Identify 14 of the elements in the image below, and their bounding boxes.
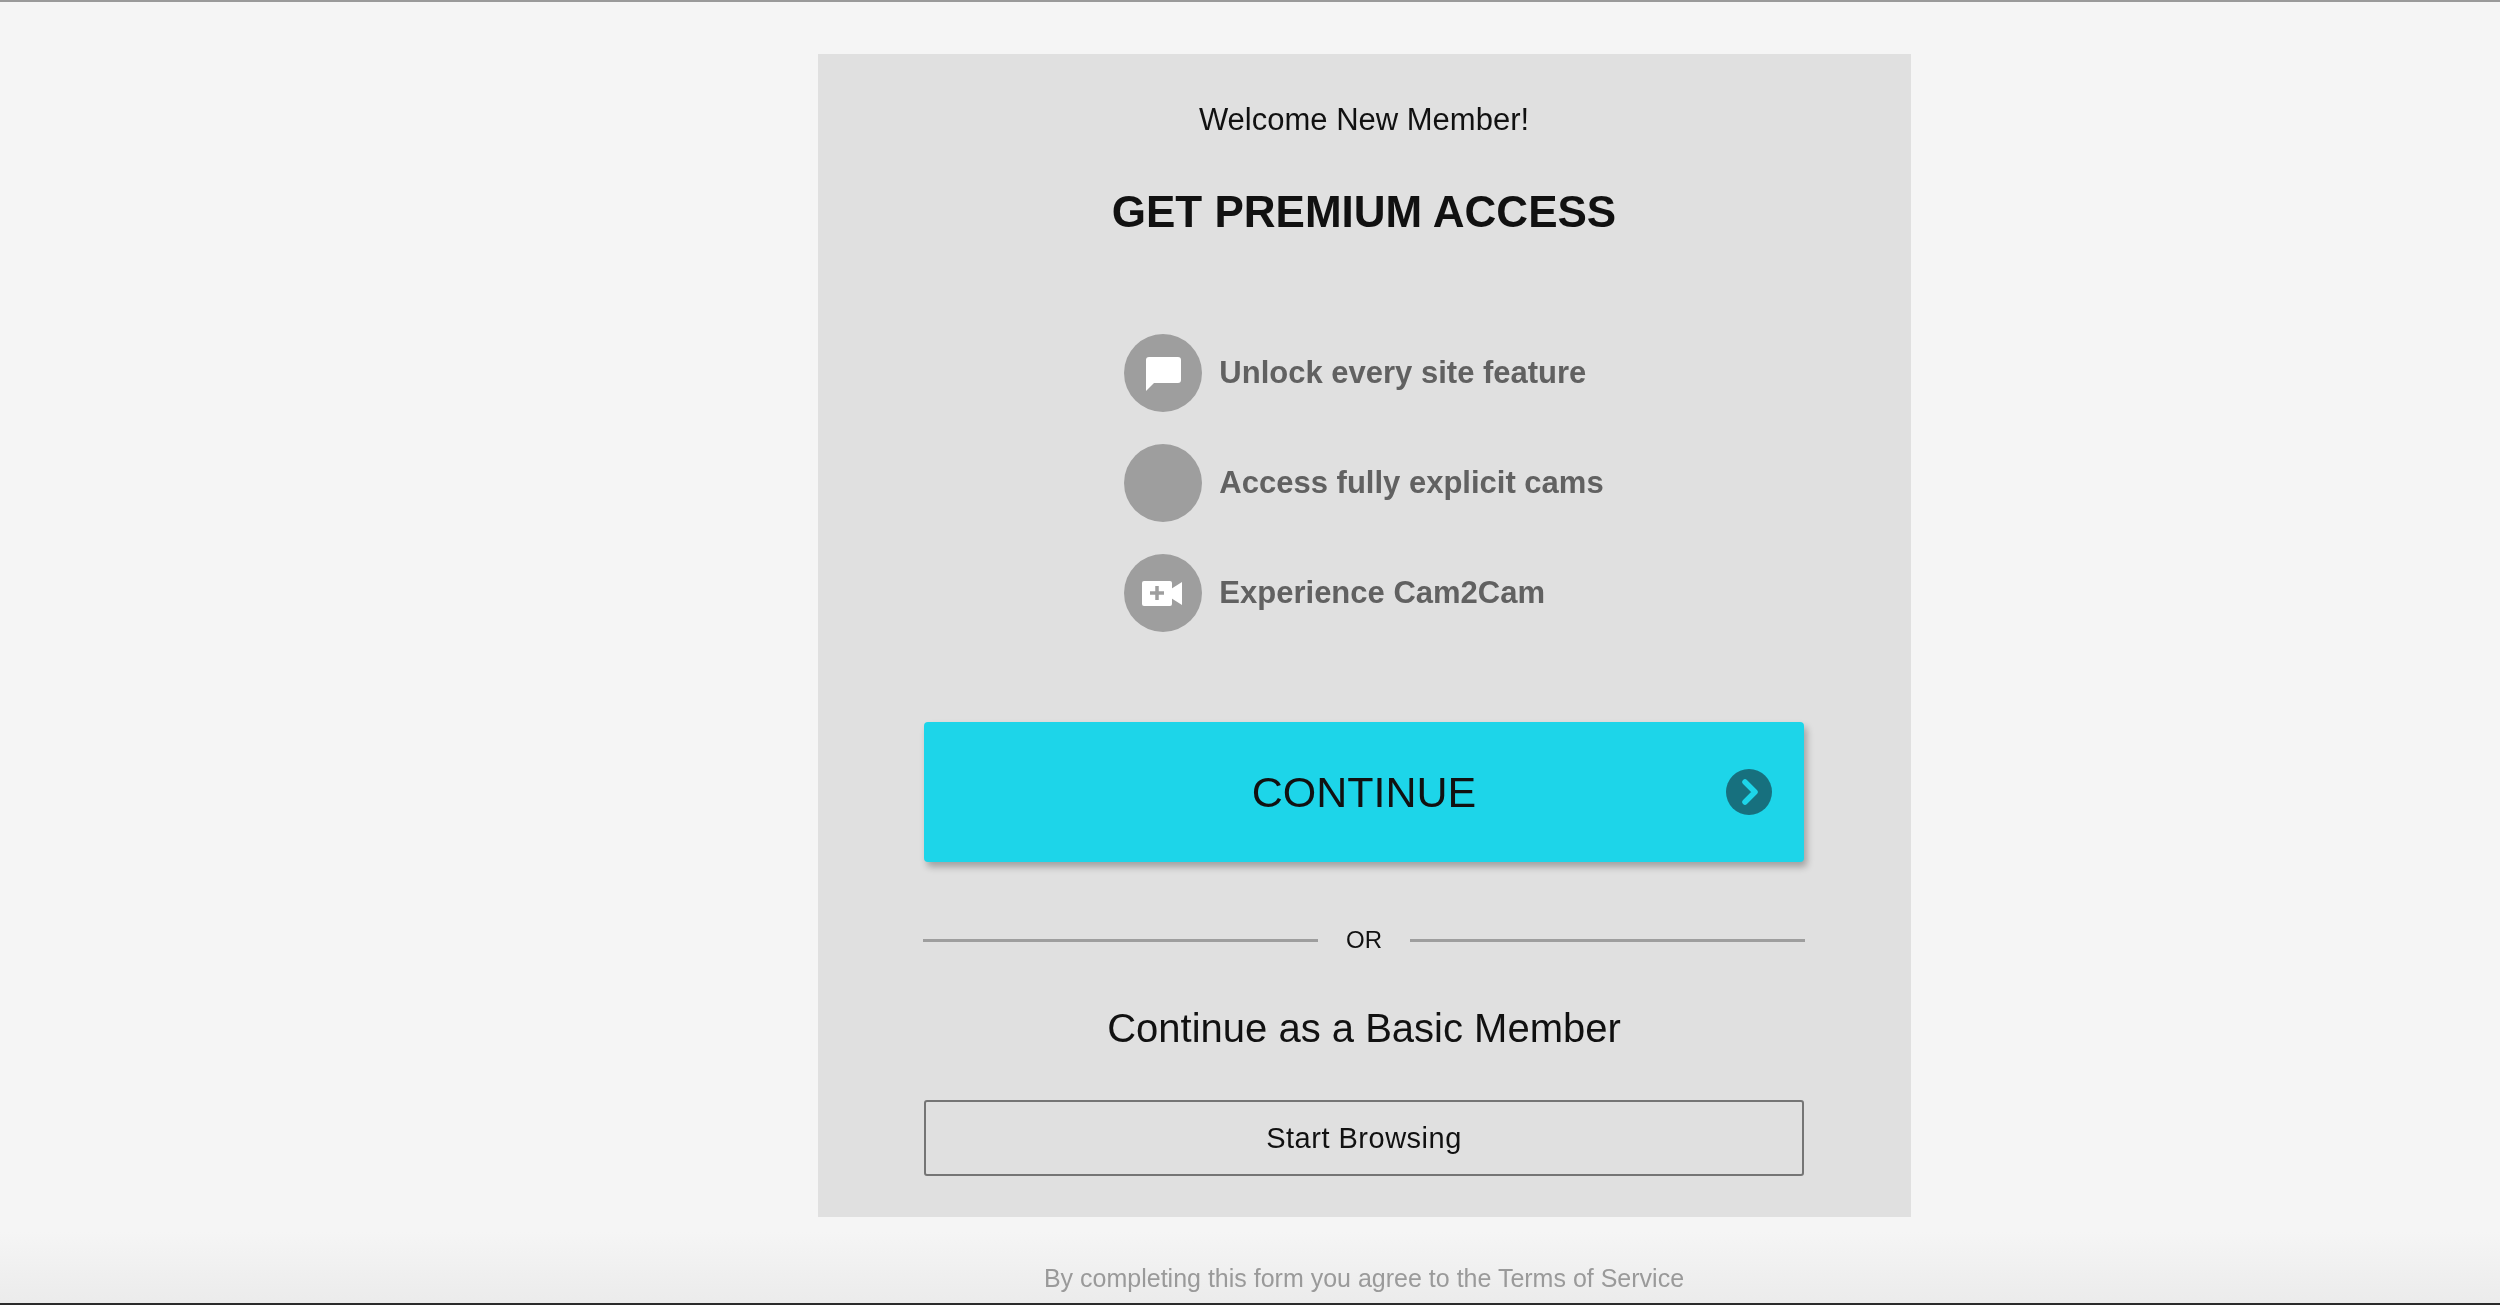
or-label: OR: [1346, 925, 1382, 955]
page-title: GET PREMIUM ACCESS: [1111, 187, 1617, 237]
basic-member-heading: Continue as a Basic Member: [1107, 1005, 1621, 1051]
continue-button[interactable]: CONTINUE: [924, 722, 1804, 862]
terms-notice: By completing this form you agree to the Terms of Service: [1043, 1263, 1685, 1293]
feature-text: Unlock every site feature: [1219, 355, 1587, 391]
start-browsing-button[interactable]: Start Browsing: [924, 1100, 1804, 1176]
chat-bubble-icon: [1124, 334, 1203, 412]
chevron-right-icon: [1726, 769, 1772, 815]
circle-icon: [1124, 444, 1203, 522]
welcome-text: Welcome New Member!: [1198, 102, 1530, 138]
feature-text: Access fully explicit cams: [1219, 465, 1604, 501]
video-camera-plus-icon: [1124, 554, 1203, 632]
feature-text: Experience Cam2Cam: [1219, 575, 1546, 611]
